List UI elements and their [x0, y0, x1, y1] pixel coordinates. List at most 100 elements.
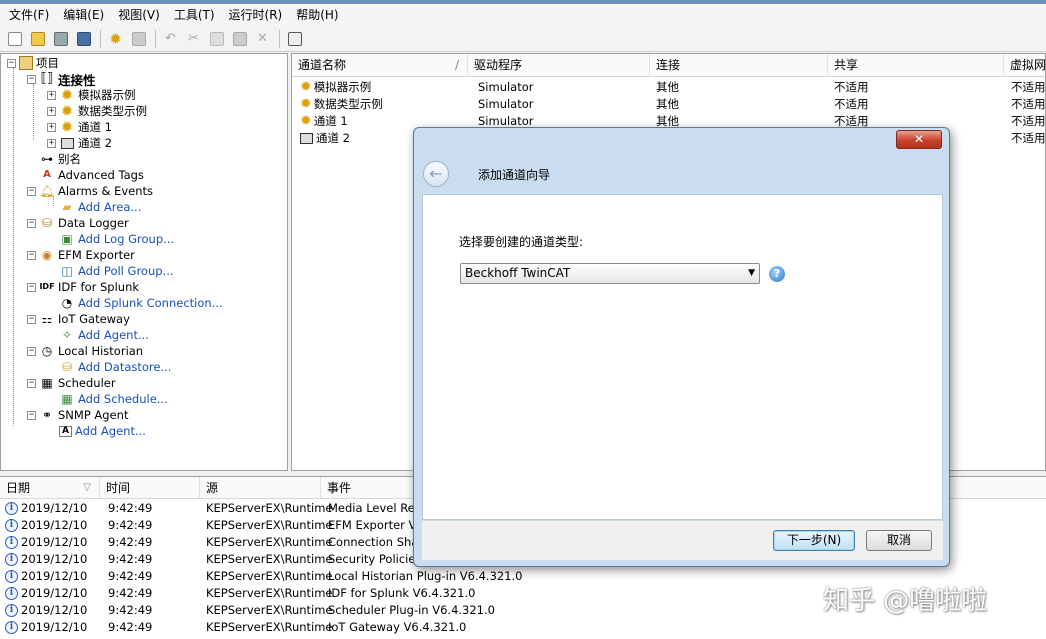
cell-event: Scheduler Plug-in V6.4.321.0 — [328, 603, 495, 617]
toolbar: ✹ ↶ ✂ ✕ — [0, 26, 1046, 52]
expand-toggle[interactable]: + — [47, 90, 56, 100]
toolbar-separator — [155, 29, 156, 48]
col-date[interactable]: 日期 ▽ — [0, 477, 100, 499]
collapse-toggle[interactable]: − — [27, 186, 36, 196]
tree-idf[interactable]: − IDF IDF for Splunk — [27, 279, 139, 295]
tree-root[interactable]: − 项目 — [7, 55, 59, 71]
menu-help[interactable]: 帮助(H) — [289, 5, 345, 25]
save-icon[interactable] — [50, 29, 71, 49]
open-icon[interactable] — [27, 29, 48, 49]
paste-icon[interactable] — [229, 29, 250, 49]
col-source[interactable]: 源 — [200, 477, 321, 499]
folder-icon: ▰ — [62, 200, 72, 214]
copy-icon[interactable] — [206, 29, 227, 49]
menu-tools[interactable]: 工具(T) — [167, 5, 222, 25]
tree-snmp[interactable]: − ⚭ SNMP Agent — [27, 407, 128, 423]
collapse-toggle[interactable]: − — [27, 378, 36, 388]
tree-label: 项目 — [36, 56, 59, 70]
info-icon: i — [5, 519, 18, 532]
tree-efm[interactable]: − ◉ EFM Exporter — [27, 247, 135, 263]
delete-icon[interactable]: ✕ — [252, 29, 273, 49]
col-driver[interactable]: 驱动程序 — [468, 54, 650, 77]
cell-time: 9:42:49 — [108, 518, 153, 532]
close-button[interactable]: ✕ — [896, 130, 942, 149]
table-row[interactable]: ✹ 模拟器示例 Simulator 其他 不适用 不适用 — [292, 79, 1045, 96]
undo-icon[interactable]: ↶ — [160, 29, 181, 49]
tree-alarms[interactable]: − 🔔︎ Alarms & Events — [27, 183, 153, 199]
dialog-body: 选择要创建的通道类型: Beckhoff TwinCAT ▼ ? — [422, 194, 943, 520]
info-icon: i — [5, 570, 18, 583]
cell-share: 不适用 — [834, 97, 869, 111]
table-row[interactable]: ✹ 数据类型示例 Simulator 其他 不适用 不适用 — [292, 96, 1046, 113]
tree-label: Add Log Group... — [78, 232, 175, 246]
tree-label: Alarms & Events — [58, 184, 154, 198]
cut-icon[interactable]: ✂ — [183, 29, 204, 49]
cancel-button[interactable]: 取消 — [866, 530, 932, 551]
cell-vnet: 不适用 — [1011, 97, 1046, 111]
tree-label: EFM Exporter — [58, 248, 135, 262]
tree-channel-2[interactable]: + 通道 2 — [47, 135, 112, 151]
cell-vnet: 不适用 — [1011, 131, 1046, 145]
cell-connection: 其他 — [656, 97, 679, 111]
tree-connectivity[interactable]: − ⟦⟧ 连接性 — [27, 71, 96, 88]
collapse-toggle[interactable]: − — [7, 58, 16, 68]
tree-channel-1[interactable]: + ✹ 通道 1 — [47, 119, 112, 135]
tree-channel-simulator[interactable]: + ✹ 模拟器示例 — [47, 87, 136, 103]
menu-file[interactable]: 文件(F) — [2, 5, 56, 25]
col-connection[interactable]: 连接 — [650, 54, 828, 77]
expand-toggle[interactable]: + — [47, 138, 56, 148]
toolbar-separator — [279, 29, 280, 48]
log-row[interactable]: i 2019/12/10 9:42:49 KEPServerEX\Runtime … — [0, 619, 1046, 636]
tree-add-datastore[interactable]: ⛁ Add Datastore... — [59, 359, 171, 375]
toolbar-separator — [100, 29, 101, 48]
menu-runtime[interactable]: 运行时(R) — [222, 5, 290, 25]
tree-label: 通道 2 — [78, 136, 112, 150]
quick-client-icon[interactable] — [284, 29, 305, 49]
col-virtual-network[interactable]: 虚拟网 — [1004, 54, 1045, 77]
tree-add-poll-group[interactable]: ◫ Add Poll Group... — [59, 263, 174, 279]
properties-icon[interactable] — [128, 29, 149, 49]
tree-data-logger[interactable]: − ⛁ Data Logger — [27, 215, 129, 231]
col-event[interactable]: 事件 — [321, 477, 421, 499]
col-share[interactable]: 共享 — [828, 54, 1004, 77]
menu-edit[interactable]: 编辑(E) — [56, 5, 111, 25]
dialog-title: 添加通道向导 — [478, 168, 551, 182]
expand-toggle[interactable]: + — [47, 106, 56, 116]
runtime-gear-icon[interactable]: ✹ — [105, 29, 126, 49]
menu-view[interactable]: 视图(V) — [111, 5, 167, 25]
tree-channel-datatype[interactable]: + ✹ 数据类型示例 — [47, 103, 147, 119]
tree-add-splunk[interactable]: ◔ Add Splunk Connection... — [59, 295, 223, 311]
sort-indicator-icon: / — [454, 58, 459, 72]
collapse-toggle[interactable]: − — [27, 346, 36, 356]
expand-toggle[interactable]: + — [47, 122, 56, 132]
collapse-toggle[interactable]: − — [27, 250, 36, 260]
tree-add-schedule[interactable]: ▦ Add Schedule... — [59, 391, 167, 407]
col-channel-name[interactable]: 通道名称 / — [292, 54, 468, 77]
collapse-toggle[interactable]: − — [27, 314, 36, 324]
tree-scheduler[interactable]: − ▦ Scheduler — [27, 375, 116, 391]
cell-time: 9:42:49 — [108, 586, 153, 600]
next-button[interactable]: 下一步(N) — [773, 530, 855, 551]
cell-date: 2019/12/10 — [21, 535, 88, 549]
tree-label: Add Agent... — [78, 328, 149, 342]
tree-add-area[interactable]: ▰ Add Area... — [59, 199, 141, 215]
connectivity-icon: ⟦⟧ — [40, 71, 54, 86]
tree-add-log-group[interactable]: ▣ Add Log Group... — [59, 231, 174, 247]
collapse-toggle[interactable]: − — [27, 410, 36, 420]
tree-advanced-tags[interactable]: A Advanced Tags — [39, 167, 144, 183]
back-arrow-icon[interactable]: ← — [423, 161, 449, 187]
collapse-toggle[interactable]: − — [27, 74, 36, 84]
save-as-icon[interactable] — [73, 29, 94, 49]
tree-historian[interactable]: − ◷ Local Historian — [27, 343, 143, 359]
collapse-toggle[interactable]: − — [27, 218, 36, 228]
col-time[interactable]: 时间 — [100, 477, 200, 499]
tree-label: Add Poll Group... — [78, 264, 174, 278]
collapse-toggle[interactable]: − — [27, 282, 36, 292]
channel-type-dropdown[interactable]: Beckhoff TwinCAT ▼ — [460, 263, 760, 284]
tree-iot[interactable]: − ⚏ IoT Gateway — [27, 311, 130, 327]
tree-alias[interactable]: ⊶ 别名 — [39, 151, 81, 167]
tree-add-agent-iot[interactable]: ✧ Add Agent... — [59, 327, 149, 343]
new-icon[interactable] — [4, 29, 25, 49]
tree-add-agent-snmp[interactable]: A Add Agent... — [59, 423, 146, 439]
help-icon[interactable]: ? — [769, 266, 785, 282]
